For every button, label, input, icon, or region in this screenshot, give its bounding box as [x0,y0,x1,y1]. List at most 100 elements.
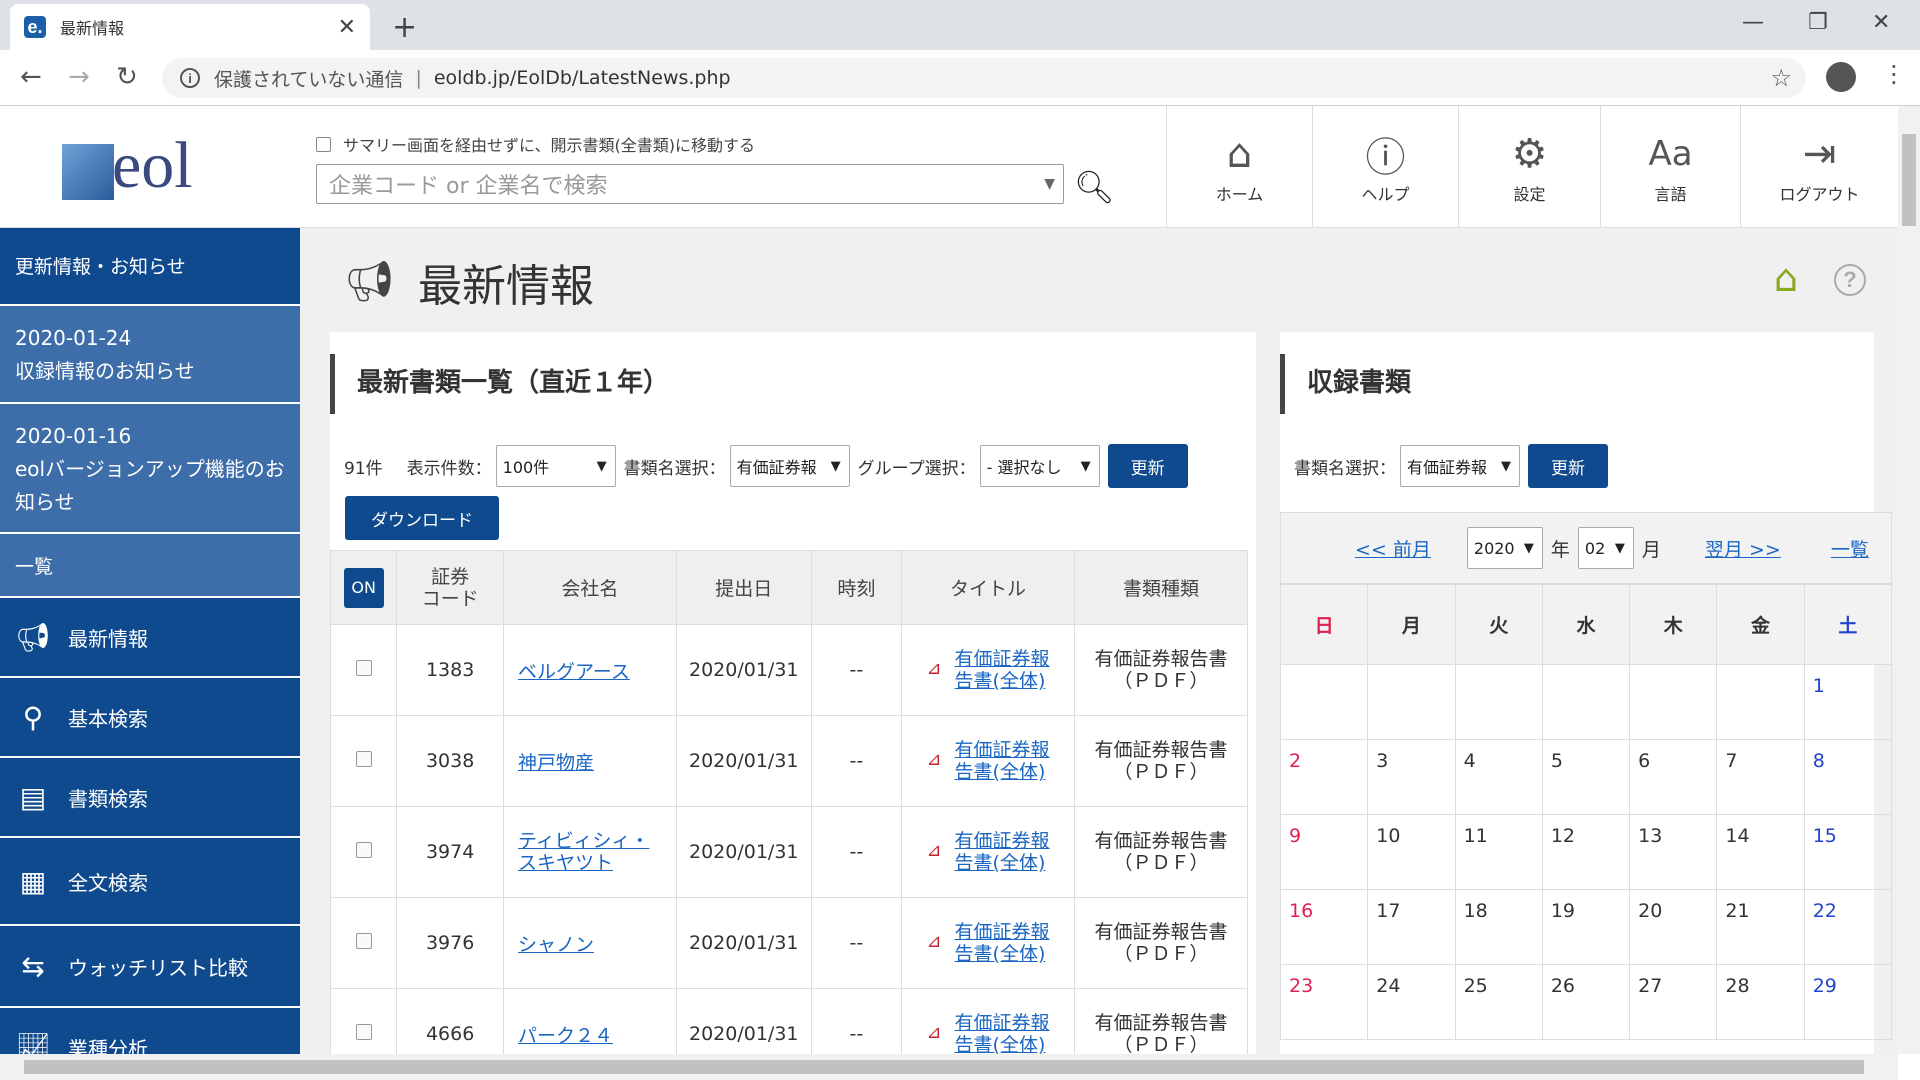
calendar-day[interactable]: 8 [1803,739,1893,815]
display-count-select[interactable]: 100件 ▼ [495,445,616,487]
document-title-link[interactable]: 有価証券報 告書(全体) [955,739,1050,783]
calendar-day[interactable]: 15 [1803,814,1893,890]
calendar-day[interactable]: 26 [1541,964,1631,1040]
recorded-doc-name-select[interactable]: 有価証券報 ▼ [1400,445,1520,487]
document-title-link[interactable]: 有価証券報 告書(全体) [955,648,1050,692]
row-checkbox[interactable] [355,1024,372,1040]
help-icon[interactable]: ? [1834,264,1866,296]
calendar-day[interactable]: 13 [1629,814,1718,890]
company-link[interactable]: パーク２４ [518,1025,613,1047]
calendar-day[interactable]: 9 [1279,814,1369,890]
document-title-link[interactable]: 有価証券報 告書(全体) [955,921,1050,965]
title-line2: 告書(全体) [954,852,1046,874]
calendar-list-link[interactable]: 一覧 [1831,535,1869,562]
calendar-day[interactable]: 20 [1629,889,1718,965]
month-select[interactable]: 02 ▼ [1577,527,1634,569]
calendar-day[interactable]: 25 [1454,964,1543,1040]
calendar-day[interactable]: 27 [1629,964,1718,1040]
minimize-icon[interactable]: — [1742,10,1764,35]
calendar-day[interactable]: 7 [1716,739,1805,815]
calendar-day[interactable]: 4 [1454,739,1543,815]
company-link[interactable]: シャノン [518,934,594,956]
company-link[interactable]: 神戸物産 [518,752,594,774]
info-icon[interactable]: i [180,68,200,88]
year-select[interactable]: 2020 ▼ [1466,527,1543,569]
omnibox[interactable]: i 保護されていない通信 | eoldb.jp/EolDb/LatestNews… [162,58,1806,98]
pdf-icon: ⊿ [926,931,942,952]
back-arrow-icon[interactable]: ← [20,62,42,92]
calendar-day[interactable]: 3 [1367,739,1456,815]
url-text[interactable]: eoldb.jp/EolDb/LatestNews.php [434,67,731,89]
calendar-day[interactable]: 18 [1454,889,1543,965]
calendar-day[interactable]: 16 [1279,889,1369,965]
nav-home[interactable]: ⌂ ホーム [1166,106,1312,228]
vertical-scroll-thumb[interactable] [1902,134,1916,226]
company-search-input[interactable]: 企業コード or 企業名で検索 ▼ [316,164,1064,204]
close-tab-icon[interactable]: ✕ [338,15,356,40]
sidebar-item-latest[interactable]: 📢︎ 最新情報 [0,598,300,678]
calendar-day[interactable]: 19 [1541,889,1631,965]
company-link[interactable]: ティビィシィ・ スキヤツト [518,830,649,874]
calendar-day[interactable]: 11 [1454,814,1543,890]
horizontal-scroll-thumb[interactable] [24,1060,1864,1074]
bookmark-star-icon[interactable]: ☆ [1770,64,1792,92]
select-all-on-button[interactable]: ON [343,567,384,608]
eol-logo[interactable]: eol [62,129,232,202]
sidebar-item-fulltext-search[interactable]: ▦ 全文検索 [0,838,300,926]
calendar-day[interactable]: 22 [1803,889,1893,965]
prev-month-link[interactable]: << 前月 [1355,535,1431,562]
calendar-day[interactable]: 2 [1279,739,1369,815]
sidebar-item-industry-analysis[interactable]: 📈︎ 業種分析 [0,1008,300,1054]
nav-logout[interactable]: ⇥ ログアウト [1740,106,1898,228]
sidebar-item-document-search[interactable]: ▤ 書類検索 [0,758,300,838]
document-title-link[interactable]: 有価証券報 告書(全体) [955,1012,1050,1054]
skip-summary-checkbox[interactable] [316,136,331,152]
document-title-link[interactable]: 有価証券報 告書(全体) [955,830,1050,874]
nav-help[interactable]: ⓘ ヘルプ [1312,106,1458,228]
download-button[interactable]: ダウンロード [345,496,499,540]
nav-language[interactable]: Aa 言語 [1600,106,1740,228]
horizontal-scrollbar[interactable] [0,1054,1898,1080]
calendar-day[interactable]: 24 [1367,964,1456,1040]
calendar-day[interactable]: 28 [1716,964,1805,1040]
calendar-day[interactable]: 29 [1803,964,1893,1040]
search-icon[interactable]: 🔍︎ [1074,168,1115,206]
forward-arrow-icon[interactable]: → [68,62,90,92]
calendar-day[interactable]: 1 [1803,664,1893,740]
skip-summary-option[interactable]: サマリー画面を経由せずに、開示書類(全書類)に移動する [316,132,755,156]
calendar-day[interactable]: 21 [1716,889,1805,965]
reload-icon[interactable]: ↻ [116,62,138,92]
row-checkbox[interactable] [355,842,372,858]
calendar-day[interactable]: 6 [1629,739,1718,815]
calendar-day[interactable]: 5 [1541,739,1631,815]
calendar-day[interactable]: 10 [1367,814,1456,890]
window-close-icon[interactable]: ✕ [1872,10,1890,35]
sidebar-news-item[interactable]: 2020-01-16 eolバージョンアップ機能のお知らせ [0,404,300,534]
recorded-update-button[interactable]: 更新 [1528,444,1608,488]
sidebar-item-basic-search[interactable]: ⚲ 基本検索 [0,678,300,758]
search-dropdown-icon[interactable]: ▼ [1044,176,1055,192]
nav-settings[interactable]: ⚙ 設定 [1458,106,1600,228]
browser-menu-icon[interactable]: ⋮ [1882,60,1906,88]
row-checkbox[interactable] [355,751,372,767]
row-checkbox[interactable] [355,660,372,676]
restore-icon[interactable]: ❐ [1808,10,1828,35]
next-month-link[interactable]: 翌月 >> [1705,535,1781,562]
profile-avatar-icon[interactable] [1826,62,1856,92]
row-checkbox[interactable] [355,933,372,949]
calendar-day[interactable]: 23 [1279,964,1369,1040]
update-button[interactable]: 更新 [1107,444,1188,488]
home-settings-icon[interactable]: ⌂ [1774,256,1798,300]
sidebar-news-item[interactable]: 2020-01-24 収録情報のお知らせ [0,306,300,404]
browser-tab[interactable]: e. 最新情報 ✕ [10,4,370,50]
calendar-day[interactable]: 12 [1541,814,1631,890]
company-link[interactable]: ベルグアース [518,661,630,683]
calendar-day[interactable]: 17 [1367,889,1456,965]
vertical-scrollbar[interactable] [1898,106,1920,1054]
new-tab-icon[interactable]: + [392,10,417,45]
sidebar-news-list-link[interactable]: 一覧 [0,534,300,598]
sidebar-item-watchlist[interactable]: ⇆ ウォッチリスト比較 [0,926,300,1008]
group-select[interactable]: - 選択なし ▼ [979,445,1100,487]
doc-name-select[interactable]: 有価証券報 ▼ [729,445,850,487]
calendar-day[interactable]: 14 [1716,814,1805,890]
